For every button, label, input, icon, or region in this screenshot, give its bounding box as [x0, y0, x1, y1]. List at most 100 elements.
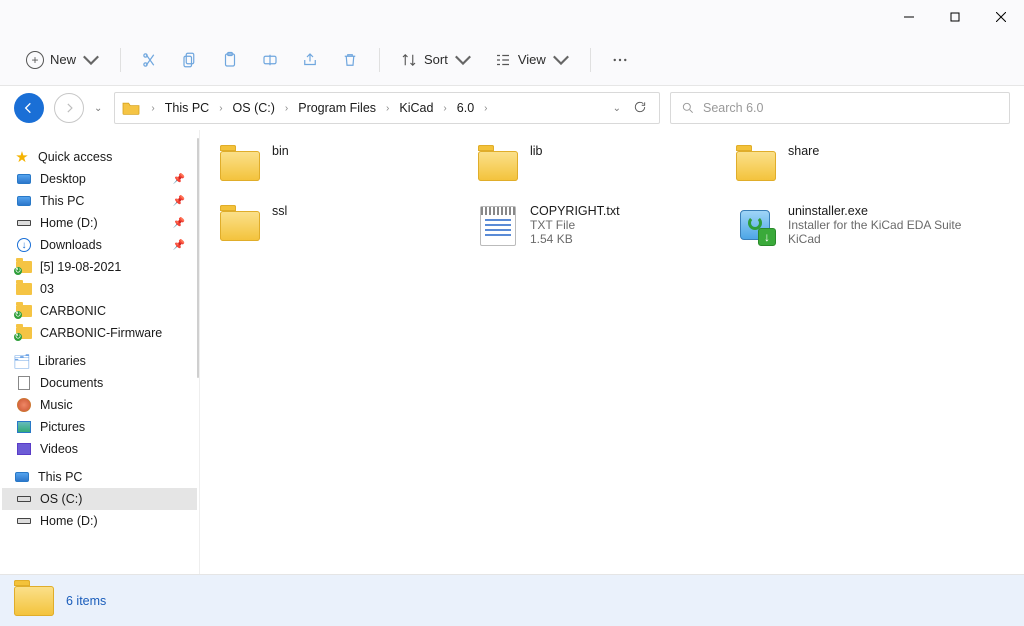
folder-icon	[734, 144, 778, 188]
pin-icon: 📌	[173, 196, 185, 207]
ellipsis-icon	[611, 51, 629, 69]
sidebar-item-carbonic[interactable]: CARBONIC	[2, 300, 197, 322]
sidebar-item-label: This PC	[40, 194, 84, 208]
share-button[interactable]	[293, 45, 327, 75]
window-titlebar	[0, 0, 1024, 34]
search-input[interactable]	[703, 101, 999, 115]
recent-locations-button[interactable]: ⌄	[94, 103, 104, 114]
sidebar-item-label: Downloads	[40, 238, 102, 252]
sidebar-item-label: 03	[40, 282, 54, 296]
sidebar-item-label: [5] 19-08-2021	[40, 260, 121, 274]
folder-icon	[16, 325, 32, 341]
status-item-count: 6 items	[66, 594, 106, 608]
sidebar-item-documents[interactable]: Documents	[2, 372, 197, 394]
file-item-folder-bin[interactable]: bin	[214, 140, 464, 192]
file-list[interactable]: bin lib share ssl COPYRIGHT.txt TXT File…	[200, 130, 1024, 574]
chevron-right-icon[interactable]: ›	[283, 103, 290, 114]
sidebar-item-home-d[interactable]: Home (D:)📌	[2, 212, 197, 234]
sidebar-item-label: This PC	[38, 470, 82, 484]
refresh-button[interactable]	[627, 96, 653, 121]
sidebar-item-os-c[interactable]: OS (C:)	[2, 488, 197, 510]
forward-button[interactable]	[54, 93, 84, 123]
delete-button[interactable]	[333, 45, 367, 75]
chevron-right-icon[interactable]: ›	[149, 103, 156, 114]
main-area: ★Quick access Desktop📌 This PC 📌 Home (D:…	[0, 130, 1024, 574]
sidebar-item-label: Quick access	[38, 150, 112, 164]
chevron-down-icon	[552, 51, 570, 69]
sidebar-item-carbonic-fw[interactable]: CARBONIC-Firmware	[2, 322, 197, 344]
breadcrumb-item[interactable]: OS (C:)	[229, 99, 279, 117]
sidebar-item-label: Videos	[40, 442, 78, 456]
chevron-right-icon[interactable]: ›	[482, 103, 489, 114]
maximize-button[interactable]	[932, 0, 978, 34]
chevron-right-icon[interactable]: ›	[217, 103, 224, 114]
music-icon	[16, 397, 32, 413]
sidebar-item-downloads[interactable]: ↓ Downloads 📌	[2, 234, 197, 256]
search-box[interactable]	[670, 92, 1010, 124]
file-item-copyright-txt[interactable]: COPYRIGHT.txt TXT File 1.54 KB	[472, 200, 722, 252]
breadcrumb-item[interactable]: KiCad	[395, 99, 437, 117]
folder-icon	[476, 144, 520, 188]
sidebar-item-dated[interactable]: [5] 19-08-2021	[2, 256, 197, 278]
refresh-icon	[633, 100, 647, 114]
sidebar-item-home-d2[interactable]: Home (D:)	[2, 510, 197, 532]
file-name: share	[788, 144, 819, 158]
trash-icon	[341, 51, 359, 69]
file-item-folder-share[interactable]: share	[730, 140, 980, 192]
file-name: bin	[272, 144, 289, 158]
view-button[interactable]: View	[486, 45, 578, 75]
sidebar-item-label: Libraries	[38, 354, 86, 368]
sidebar-item-label: Home (D:)	[40, 216, 98, 230]
arrow-right-icon	[62, 101, 76, 115]
file-item-uninstaller-exe[interactable]: ↓ uninstaller.exe Installer for the KiCa…	[730, 200, 980, 252]
sort-button[interactable]: Sort	[392, 45, 480, 75]
address-bar[interactable]: › This PC › OS (C:) › Program Files › Ki…	[114, 92, 660, 124]
rename-icon	[261, 51, 279, 69]
sidebar-item-this-pc[interactable]: This PC 📌	[2, 190, 197, 212]
text-file-icon	[476, 204, 520, 248]
new-button[interactable]: + New	[18, 45, 108, 75]
back-button[interactable]	[14, 93, 44, 123]
drive-icon	[16, 513, 32, 529]
sidebar-item-desktop[interactable]: Desktop📌	[2, 168, 197, 190]
sidebar-item-music[interactable]: Music	[2, 394, 197, 416]
sidebar-item-videos[interactable]: Videos	[2, 438, 197, 460]
videos-icon	[16, 441, 32, 457]
sidebar-scrollbar[interactable]	[197, 138, 199, 566]
sidebar-item-label: Home (D:)	[40, 514, 98, 528]
paste-button[interactable]	[213, 45, 247, 75]
pin-icon: 📌	[173, 240, 185, 251]
monitor-icon	[14, 469, 30, 485]
copy-button[interactable]	[173, 45, 207, 75]
file-item-folder-lib[interactable]: lib	[472, 140, 722, 192]
more-button[interactable]	[603, 45, 637, 75]
folder-icon	[218, 204, 262, 248]
monitor-icon	[16, 193, 32, 209]
sidebar-item-pictures[interactable]: Pictures	[2, 416, 197, 438]
sidebar-item-this-pc-root[interactable]: This PC	[2, 466, 197, 488]
chevron-right-icon[interactable]: ›	[441, 103, 448, 114]
share-icon	[301, 51, 319, 69]
sidebar-item-quick-access[interactable]: ★Quick access	[2, 146, 197, 168]
breadcrumb-item[interactable]: This PC	[161, 99, 213, 117]
file-size: 1.54 KB	[530, 232, 620, 246]
sidebar-item-label: OS (C:)	[40, 492, 82, 506]
chevron-down-icon	[82, 51, 100, 69]
address-history-button[interactable]: ⌄	[613, 103, 623, 114]
libraries-icon: 🗂	[14, 353, 30, 369]
breadcrumb-item[interactable]: 6.0	[453, 99, 478, 117]
breadcrumb-item[interactable]: Program Files	[294, 99, 380, 117]
file-company: KiCad	[788, 232, 961, 246]
cut-button[interactable]	[133, 45, 167, 75]
rename-button[interactable]	[253, 45, 287, 75]
minimize-button[interactable]	[886, 0, 932, 34]
sidebar-item-03[interactable]: 03	[2, 278, 197, 300]
file-name: uninstaller.exe	[788, 204, 961, 218]
navigation-pane[interactable]: ★Quick access Desktop📌 This PC 📌 Home (D:…	[0, 130, 200, 574]
close-button[interactable]	[978, 0, 1024, 34]
sidebar-item-libraries[interactable]: 🗂 Libraries	[2, 350, 197, 372]
file-name: ssl	[272, 204, 287, 218]
download-icon: ↓	[16, 237, 32, 253]
file-item-folder-ssl[interactable]: ssl	[214, 200, 464, 252]
chevron-right-icon[interactable]: ›	[384, 103, 391, 114]
